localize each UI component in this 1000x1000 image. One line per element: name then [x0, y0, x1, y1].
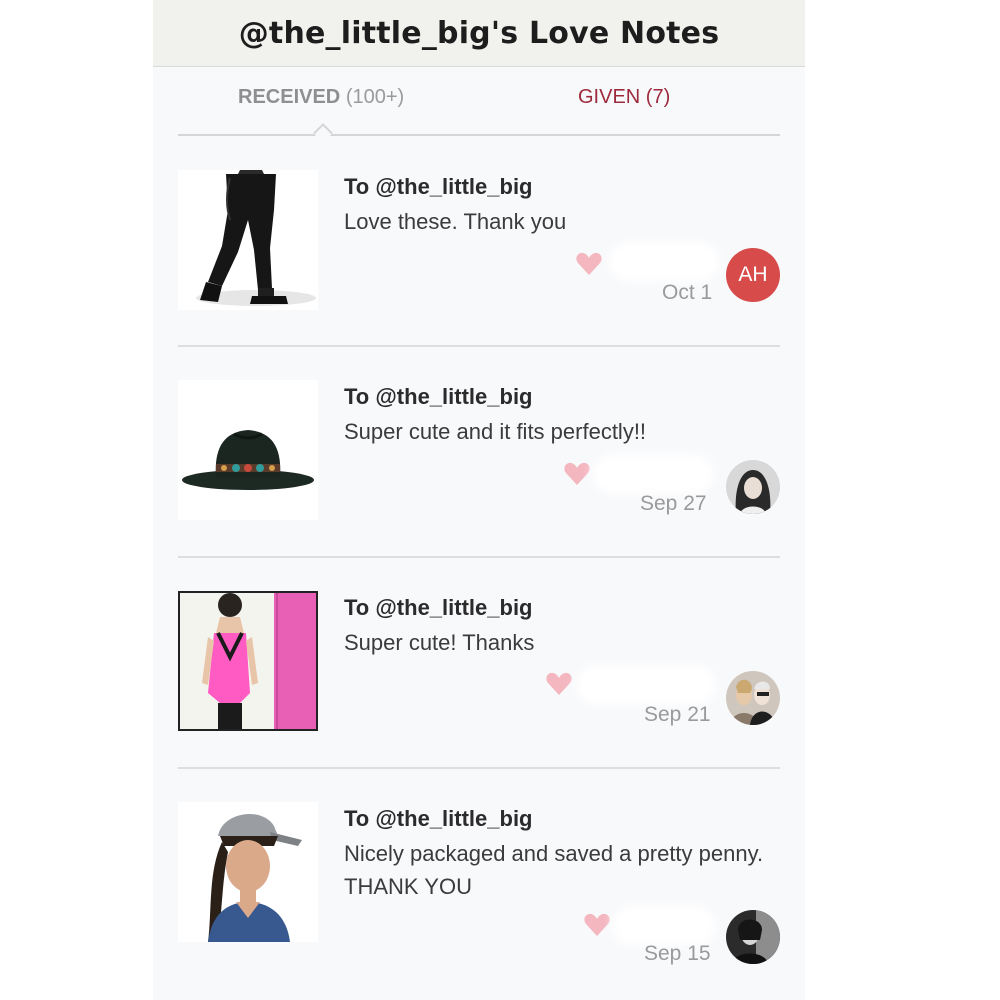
page-title: @the_little_big's Love Notes — [238, 15, 720, 51]
header-bar: @the_little_big's Love Notes — [153, 0, 805, 67]
heart-icon[interactable] — [546, 672, 572, 696]
love-note[interactable]: To @the_little_big Love these. Thank you… — [178, 170, 780, 320]
tab-given[interactable]: GIVEN (7) — [578, 86, 670, 109]
active-tab-indicator — [313, 123, 333, 143]
item-thumbnail[interactable] — [178, 802, 318, 942]
love-notes-screen: @the_little_big's Love Notes RECEIVED (1… — [153, 0, 805, 1000]
tab-received[interactable]: RECEIVED (100+) — [238, 86, 404, 109]
user-photo — [726, 910, 780, 964]
item-thumbnail[interactable] — [178, 591, 318, 731]
redacted-username — [618, 912, 710, 940]
avatar[interactable] — [726, 460, 780, 514]
divider — [178, 767, 780, 769]
note-date: Sep 15 — [644, 942, 711, 965]
divider — [178, 556, 780, 558]
note-date: Sep 27 — [640, 492, 707, 515]
redacted-username — [614, 248, 714, 276]
divider — [178, 345, 780, 347]
redacted-username — [598, 460, 708, 488]
fedora-hat-image — [178, 380, 318, 520]
note-recipient: To @the_little_big — [344, 174, 533, 199]
note-message: Super cute! Thanks — [344, 630, 535, 655]
note-date: Oct 1 — [662, 281, 713, 304]
avatar[interactable] — [726, 671, 780, 725]
baseball-cap-image — [178, 802, 318, 942]
heart-icon[interactable] — [576, 252, 602, 276]
love-note[interactable]: To @the_little_big Super cute! Thanks Se… — [178, 591, 780, 741]
avatar[interactable]: AH — [726, 248, 780, 302]
tab-bar: RECEIVED (100+) GIVEN (7) — [178, 80, 780, 143]
item-thumbnail[interactable] — [178, 170, 318, 310]
user-photo — [726, 671, 780, 725]
love-note[interactable]: To @the_little_big Super cute and it fit… — [178, 380, 780, 530]
tab-received-count: (100+) — [345, 86, 405, 108]
avatar[interactable] — [726, 910, 780, 964]
note-recipient: To @the_little_big — [344, 595, 533, 620]
redacted-username — [582, 671, 710, 699]
note-message: Love these. Thank you — [344, 209, 567, 234]
tab-received-label: RECEIVED — [238, 86, 341, 108]
heart-icon[interactable] — [564, 462, 590, 486]
note-date: Sep 21 — [644, 703, 711, 726]
user-photo — [726, 460, 780, 514]
item-thumbnail[interactable] — [178, 380, 318, 520]
racerback-tank-image — [180, 593, 316, 729]
jogger-pants-image — [178, 170, 318, 310]
note-message: Super cute and it fits perfectly!! — [344, 419, 647, 444]
heart-icon[interactable] — [584, 913, 610, 937]
note-message: Nicely packaged and saved a pretty penny… — [344, 841, 764, 899]
love-note[interactable]: To @the_little_big Nicely packaged and s… — [178, 802, 780, 965]
note-recipient: To @the_little_big — [344, 806, 533, 831]
tab-divider — [178, 134, 780, 136]
note-recipient: To @the_little_big — [344, 384, 533, 409]
